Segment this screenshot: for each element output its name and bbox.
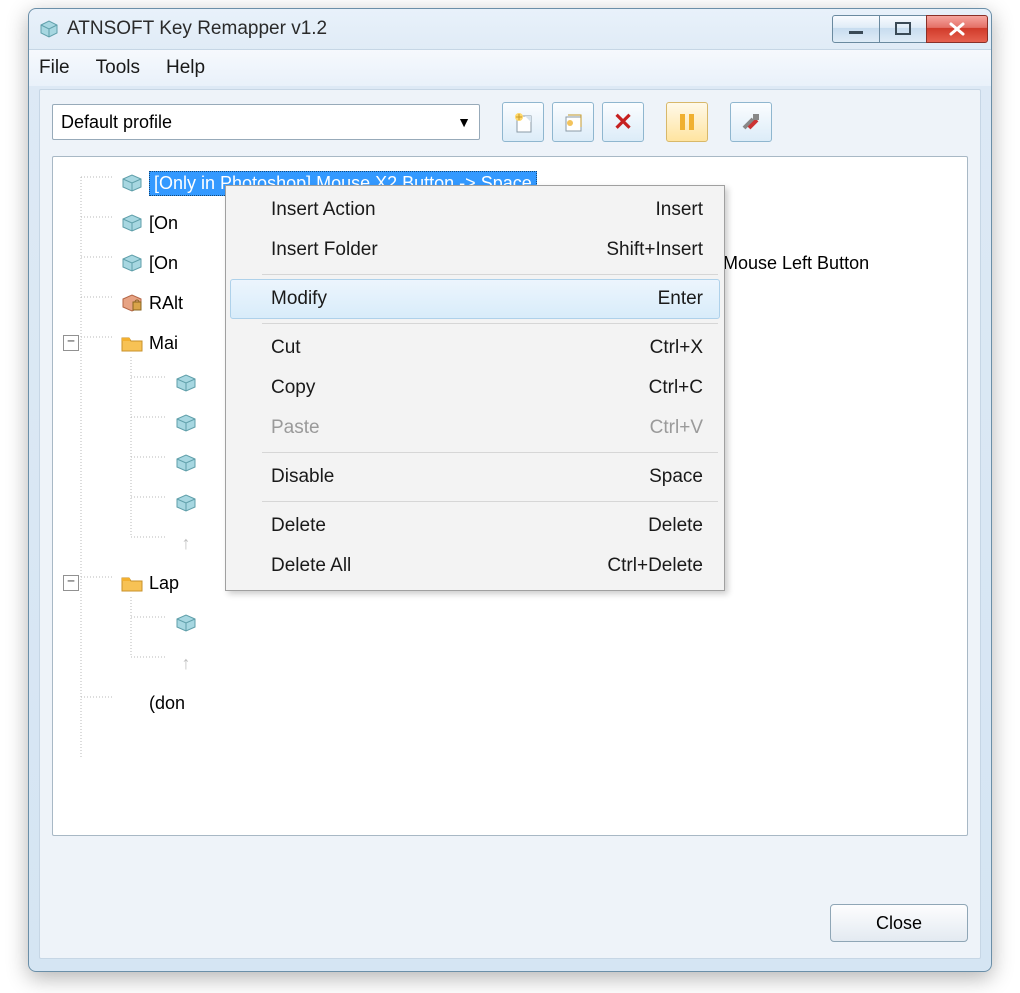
context-menu-label: Disable (271, 466, 334, 488)
maximize-button[interactable] (879, 15, 927, 43)
tree-item[interactable]: (don (53, 683, 967, 723)
tree-item-label: [On (149, 253, 178, 274)
close-label: Close (876, 913, 922, 934)
close-window-button[interactable] (926, 15, 988, 43)
new-action-button[interactable] (502, 102, 544, 142)
menu-separator (262, 274, 718, 275)
context-menu-item[interactable]: Insert Folder Shift+Insert (230, 230, 720, 270)
cube-icon (173, 614, 199, 632)
context-menu-item[interactable]: Delete Delete (230, 506, 720, 546)
profile-combo[interactable]: Default profile ▼ (52, 104, 480, 140)
tree-item[interactable] (53, 603, 967, 643)
cube-icon (173, 374, 199, 392)
minimize-button[interactable] (832, 15, 880, 43)
insert-arrow-icon: ↑ (173, 533, 199, 554)
cube-icon (173, 454, 199, 472)
collapse-icon[interactable]: − (63, 335, 79, 351)
context-menu-item[interactable]: Cut Ctrl+X (230, 328, 720, 368)
cube-icon (119, 254, 145, 272)
context-menu-label: Delete All (271, 555, 351, 577)
pause-button[interactable] (666, 102, 708, 142)
toolbar: Default profile ▼ ✕ (52, 100, 968, 144)
tree-item-label: (don (149, 693, 185, 714)
tree-folder-label: Lap (149, 573, 179, 594)
context-menu-label: Copy (271, 377, 315, 399)
folder-icon (119, 574, 145, 592)
locked-cube-icon (119, 294, 145, 312)
context-menu-shortcut: Ctrl+C (649, 377, 703, 399)
context-menu-shortcut: Shift+Insert (606, 239, 703, 261)
context-menu-item[interactable]: Delete All Ctrl+Delete (230, 546, 720, 586)
menu-file[interactable]: File (39, 57, 70, 79)
tree-panel: [Only in Photoshop] Mouse X2 Button -> S… (52, 156, 968, 836)
context-menu-shortcut: Ctrl+V (650, 417, 703, 439)
collapse-icon[interactable]: − (63, 575, 79, 591)
context-menu-shortcut: Ctrl+X (650, 337, 703, 359)
context-menu-item[interactable]: Modify Enter (230, 279, 720, 319)
context-menu: Insert Action Insert Insert Folder Shift+In… (225, 185, 725, 591)
menu-help[interactable]: Help (166, 57, 205, 79)
cube-icon (173, 494, 199, 512)
cube-icon (173, 414, 199, 432)
menu-separator (262, 323, 718, 324)
folder-icon (119, 334, 145, 352)
profile-value: Default profile (61, 112, 172, 133)
tree-item-label: [On (149, 213, 178, 234)
context-menu-shortcut: Space (649, 466, 703, 488)
delete-button[interactable]: ✕ (602, 102, 644, 142)
dropdown-arrow-icon: ▼ (457, 114, 471, 130)
cube-icon (119, 174, 145, 192)
insert-arrow-icon: ↑ (173, 653, 199, 674)
context-menu-item: Paste Ctrl+V (230, 408, 720, 448)
context-menu-label: Modify (271, 288, 327, 310)
client-area: Default profile ▼ ✕ (39, 89, 981, 959)
tree-item-suffix: Mouse Left Button (723, 253, 869, 274)
menu-separator (262, 501, 718, 502)
titlebar[interactable]: ATNSOFT Key Remapper v1.2 (29, 9, 991, 49)
tree-folder-label: Mai (149, 333, 178, 354)
close-button[interactable]: Close (830, 904, 968, 942)
tree-item-label: RAlt (149, 293, 183, 314)
app-icon (39, 19, 59, 39)
context-menu-item[interactable]: Copy Ctrl+C (230, 368, 720, 408)
menu-tools[interactable]: Tools (96, 57, 140, 79)
cube-icon (119, 214, 145, 232)
edit-action-button[interactable] (552, 102, 594, 142)
settings-button[interactable] (730, 102, 772, 142)
menu-separator (262, 452, 718, 453)
app-window: ATNSOFT Key Remapper v1.2 File Tools Hel… (28, 8, 992, 972)
context-menu-label: Insert Folder (271, 239, 378, 261)
context-menu-label: Delete (271, 515, 326, 537)
context-menu-item[interactable]: Insert Action Insert (230, 190, 720, 230)
tree-placeholder[interactable]: ↑ (53, 643, 967, 683)
context-menu-label: Paste (271, 417, 320, 439)
context-menu-shortcut: Enter (658, 288, 703, 310)
context-menu-shortcut: Insert (655, 199, 703, 221)
context-menu-item[interactable]: Disable Space (230, 457, 720, 497)
delete-x-icon: ✕ (613, 108, 633, 137)
context-menu-label: Insert Action (271, 199, 376, 221)
window-title: ATNSOFT Key Remapper v1.2 (67, 18, 832, 40)
context-menu-shortcut: Delete (648, 515, 703, 537)
context-menu-shortcut: Ctrl+Delete (607, 555, 703, 577)
context-menu-label: Cut (271, 337, 301, 359)
menubar: File Tools Help (29, 49, 991, 86)
